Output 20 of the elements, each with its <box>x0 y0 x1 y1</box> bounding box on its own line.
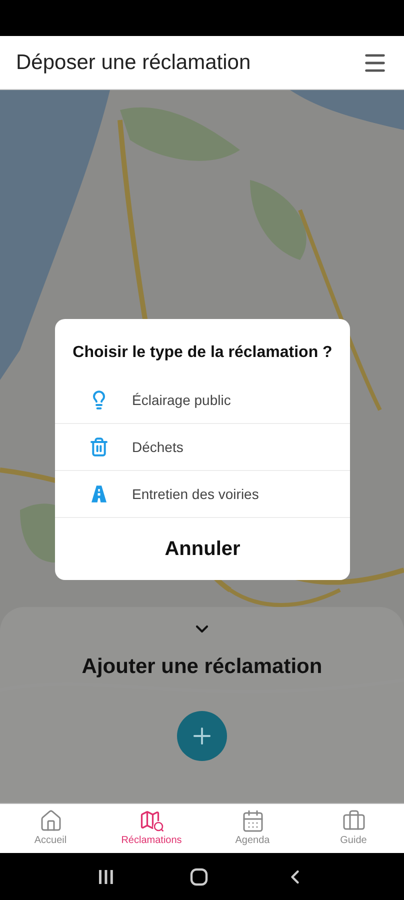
option-item[interactable]: Entretien des voiries <box>55 471 350 518</box>
cancel-button[interactable]: Annuler <box>55 518 350 580</box>
nav-tab[interactable]: Guide <box>308 809 398 848</box>
option-item[interactable]: Éclairage public <box>55 377 350 424</box>
home-icon[interactable] <box>190 868 208 886</box>
nav-tab[interactable]: Accueil <box>6 809 96 848</box>
calendar-icon <box>240 809 264 833</box>
briefcase-icon <box>342 809 366 833</box>
sheet-title: Ajouter une réclamation <box>82 654 322 680</box>
trash-icon <box>89 437 109 457</box>
add-button[interactable] <box>177 710 227 760</box>
option-item[interactable]: Déchets <box>55 424 350 471</box>
nav-tab[interactable]: Réclamations <box>106 809 196 848</box>
dialog-title: Choisir le type de la réclamation ? <box>72 343 334 363</box>
recent-apps-icon[interactable] <box>98 868 114 884</box>
road-icon <box>89 484 109 504</box>
map-search-icon <box>138 809 164 833</box>
home-icon <box>38 809 62 833</box>
page-title: Déposer une réclamation <box>16 50 251 76</box>
nav-tab[interactable]: Agenda <box>208 809 298 848</box>
